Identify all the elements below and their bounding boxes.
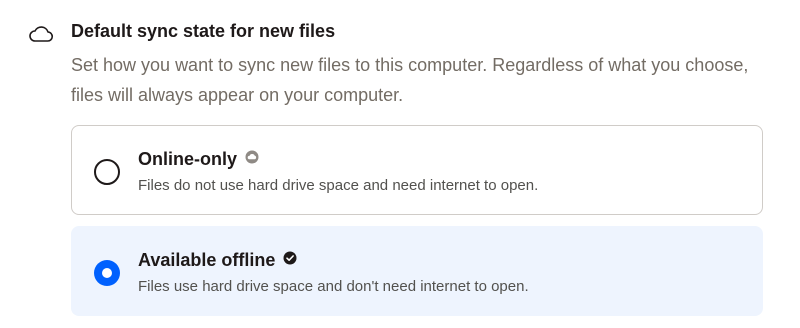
option-available-offline-description: Files use hard drive space and don't nee… [138, 278, 529, 295]
online-only-cloud-icon [245, 146, 259, 170]
option-online-only-label: Online-only [138, 149, 237, 169]
radio-available-offline[interactable] [94, 260, 120, 286]
option-online-only[interactable]: Online-only Files do not use hard drive … [71, 125, 763, 215]
section-description: Set how you want to sync new files to th… [71, 55, 749, 105]
cloud-icon [28, 22, 54, 44]
radio-selected-dot [102, 268, 112, 278]
radio-online-only[interactable] [94, 159, 120, 185]
available-offline-check-icon [283, 247, 297, 271]
option-available-offline[interactable]: Available offline Files use hard drive s… [71, 226, 763, 316]
option-online-only-title: Online-only [138, 147, 259, 172]
option-online-only-description: Files do not use hard drive space and ne… [138, 177, 539, 194]
option-available-offline-title: Available offline [138, 248, 297, 273]
section-title: Default sync state for new files [71, 21, 336, 41]
option-available-offline-label: Available offline [138, 250, 276, 270]
